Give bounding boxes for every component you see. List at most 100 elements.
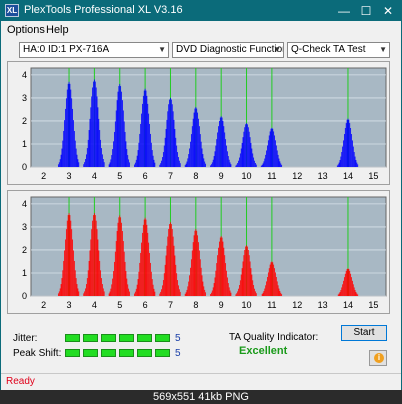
histogram-bar [85, 288, 86, 296]
histogram-bar [102, 288, 104, 296]
histogram-bar [352, 284, 354, 296]
histogram-bar [254, 288, 255, 296]
histogram-bar [243, 255, 245, 296]
histogram-bar [186, 161, 188, 167]
histogram-bar [162, 152, 164, 167]
histogram-bar [173, 119, 175, 167]
plot-area [30, 196, 387, 297]
histogram-bar [198, 242, 199, 296]
start-button[interactable]: Start [341, 325, 387, 341]
app-window: XL PlexTools Professional XL V3.16 — ☐ ✕… [0, 0, 402, 390]
test-select[interactable]: Q-Check TA Test ▼ [287, 42, 390, 58]
histogram-bar [153, 288, 155, 296]
histogram-bar [83, 293, 85, 296]
minimize-button[interactable]: — [333, 1, 355, 21]
histogram-bar [135, 159, 137, 167]
histogram-bar [356, 162, 358, 167]
chevron-down-icon: ▼ [379, 45, 387, 54]
histogram-bar [138, 142, 140, 167]
histogram-bar [93, 79, 95, 167]
histogram-bar [86, 148, 88, 167]
histogram-bar [210, 294, 211, 296]
histogram-bar [223, 126, 225, 167]
histogram-bar [88, 260, 90, 296]
histogram-bar [187, 158, 189, 167]
menu-help[interactable]: Help [46, 24, 69, 36]
histogram-bar [275, 145, 277, 167]
histogram-bar [161, 289, 162, 296]
close-button[interactable]: ✕ [377, 1, 399, 21]
histogram-bar [341, 152, 343, 167]
histogram-bar [113, 141, 114, 167]
histogram-bar [101, 284, 103, 296]
histogram-bar [153, 159, 155, 167]
histogram-bar [354, 290, 356, 296]
histogram-bar [60, 284, 62, 296]
histogram-bar [141, 113, 142, 167]
histogram-bar [70, 220, 72, 296]
histogram-bar [337, 294, 339, 296]
histogram-bar [76, 154, 78, 167]
histogram-bar [226, 151, 228, 167]
histogram-bar [167, 236, 169, 296]
histogram-bar [350, 128, 352, 167]
histogram-bar [137, 279, 139, 296]
histogram-bar [341, 287, 343, 296]
histogram-bar [118, 86, 120, 167]
y-tick-label: 3 [22, 222, 27, 232]
x-tick-label: 4 [92, 171, 97, 181]
histogram-bar [149, 123, 150, 167]
peak-shift-label: Peak Shift: [13, 348, 62, 359]
histogram-bar [196, 108, 198, 167]
y-tick-label: 0 [22, 162, 27, 172]
histogram-bar [150, 271, 152, 296]
chevron-down-icon: ▼ [273, 45, 281, 54]
histogram-bar [122, 100, 123, 167]
histogram-bar [85, 159, 86, 167]
histogram-bar [267, 277, 268, 296]
histogram-bar [93, 213, 95, 296]
x-tick-label: 10 [242, 171, 252, 181]
histogram-bar [272, 128, 274, 167]
histogram-bar [270, 262, 272, 296]
histogram-bar [86, 154, 87, 167]
histogram-bar [77, 288, 79, 296]
info-button[interactable]: i [369, 350, 387, 366]
menu-options[interactable]: Options [7, 24, 45, 36]
y-tick-label: 4 [22, 70, 27, 80]
x-tick-label: 3 [67, 171, 72, 181]
histogram-bar [95, 87, 97, 167]
function-select[interactable]: DVD Diagnostic Functions ▼ [172, 42, 284, 58]
histogram-bar [273, 264, 275, 296]
histogram-bar [111, 284, 113, 296]
maximize-button[interactable]: ☐ [355, 1, 377, 21]
meter-segment [155, 349, 170, 357]
histogram-bar [192, 118, 194, 167]
histogram-bar [175, 137, 177, 167]
x-tick-label: 15 [368, 300, 378, 310]
histogram-bar [136, 284, 138, 296]
histogram-bar [278, 158, 280, 167]
histogram-bar [339, 292, 341, 296]
histogram-bar [114, 121, 116, 167]
histogram-bar [142, 232, 143, 296]
lands-chart: 012342 3 4 5 6 7 8 9 10 11 12 13 14 15 [22, 196, 387, 310]
menu-bar: Options Help [1, 21, 401, 39]
histogram-bar [270, 128, 272, 167]
histogram-bar [203, 286, 205, 296]
histogram-bar [139, 133, 141, 167]
histogram-bar [111, 155, 113, 167]
histogram-bar [275, 272, 276, 296]
histogram-bar [163, 273, 165, 296]
histogram-bar [101, 278, 102, 296]
drive-select[interactable]: HA:0 ID:1 PX-716A ▼ [19, 42, 169, 58]
histogram-bar [67, 215, 69, 296]
histogram-bar [343, 140, 344, 167]
x-tick-label: 15 [368, 171, 378, 181]
histogram-bar [84, 162, 86, 167]
histogram-bar [161, 160, 162, 167]
histogram-bar [101, 154, 103, 167]
histogram-bar [59, 288, 61, 296]
histogram-bar [263, 291, 265, 296]
y-tick-label: 2 [22, 116, 27, 126]
